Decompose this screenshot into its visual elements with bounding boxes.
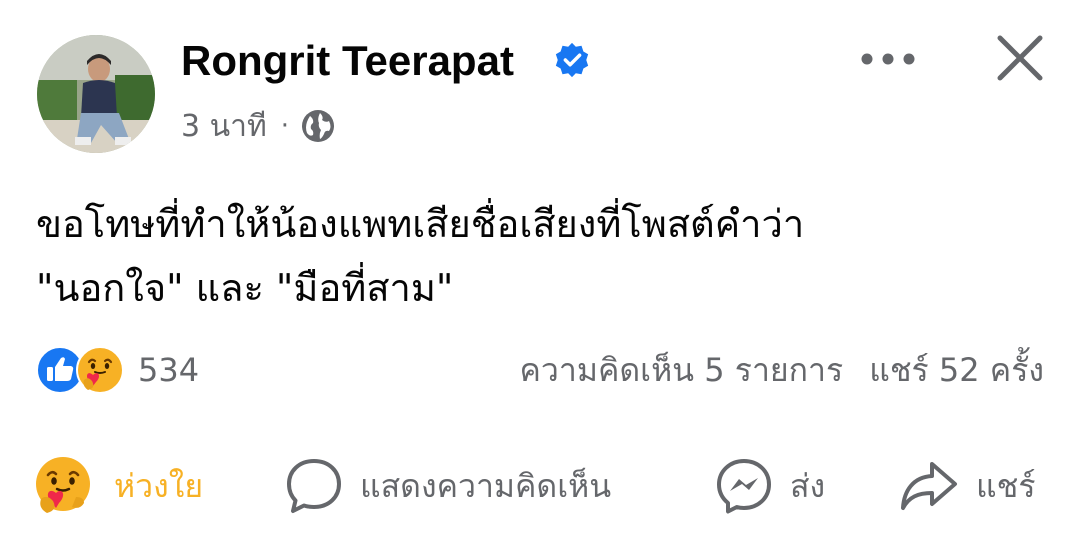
messenger-icon [717,459,771,514]
share-button[interactable]: แชร์ [898,454,1036,518]
meta-separator: · [280,111,290,141]
verified-badge-icon [555,42,589,78]
post-text-line: ขอโทษที่ทำให้น้องแพทเสียชื่อเสียงที่โพสต… [36,202,805,246]
globe-icon[interactable] [301,109,335,143]
reactions-summary[interactable]: 534 [36,346,199,394]
care-label: ห่วงใย [114,466,204,505]
post-time[interactable]: 3 นาที [181,103,267,150]
comment-icon [287,459,341,513]
comment-count-link[interactable]: ความคิดเห็น 5 รายการ [520,345,844,396]
comment-label: แสดงความคิดเห็น [360,466,612,505]
care-icon [76,346,124,394]
more-options-icon[interactable] [855,38,921,80]
care-reaction-button[interactable]: ห่วงใย [32,454,203,518]
post-text: ขอโทษที่ทำให้น้องแพทเสียชื่อเสียงที่โพสต… [36,192,1046,320]
share-arrow-icon [901,462,957,510]
comment-button[interactable]: แสดงความคิดเห็น [284,454,611,518]
author-name[interactable]: Rongrit Teerapat [181,36,514,86]
post-text-line: "นอกใจ" และ "มือที่สาม" [36,266,454,310]
share-count-link[interactable]: แชร์ 52 ครั้ง [869,345,1044,396]
engagement-stats: ความคิดเห็น 5 รายการ แชร์ 52 ครั้ง [520,348,1044,392]
author-avatar[interactable] [37,35,155,153]
post-meta: 3 นาที · [181,106,335,146]
close-icon[interactable] [992,30,1048,86]
post-action-bar: ห่วงใย แสดงความคิดเห็น ส่ง แชร์ [0,454,1080,518]
reaction-count: 534 [138,351,200,389]
share-label: แชร์ [976,466,1036,505]
send-label: ส่ง [790,466,826,505]
send-button[interactable]: ส่ง [714,454,825,518]
care-icon [36,457,90,513]
